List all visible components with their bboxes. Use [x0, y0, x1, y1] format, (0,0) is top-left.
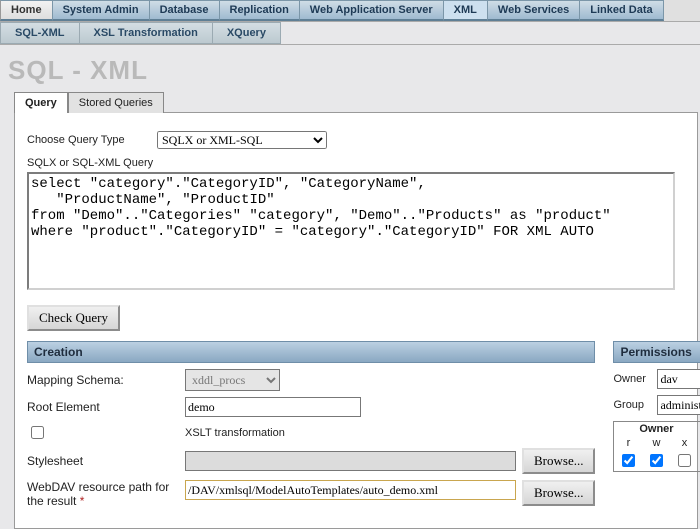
- stylesheet-input[interactable]: [185, 451, 516, 471]
- sql-textarea[interactable]: [27, 172, 675, 290]
- stylesheet-browse-button[interactable]: Browse...: [522, 448, 595, 474]
- perm-owner-x[interactable]: [678, 454, 691, 467]
- perm-owner-w[interactable]: [650, 454, 663, 467]
- label-stylesheet: Stylesheet: [27, 454, 185, 468]
- owner-input[interactable]: [657, 369, 700, 389]
- root-input[interactable]: [185, 397, 361, 417]
- query-panel: Choose Query Type SQLX or XML-SQL SQLX o…: [14, 112, 698, 529]
- subnav-sql-xml[interactable]: SQL-XML: [0, 22, 80, 44]
- label-owner: Owner: [613, 373, 657, 385]
- permissions-bar: Permissions: [613, 341, 700, 363]
- webdav-input[interactable]: [185, 480, 516, 500]
- nav-home[interactable]: Home: [0, 0, 53, 21]
- permissions-table: Owner Grou r w x r w: [613, 421, 700, 472]
- tab-query[interactable]: Query: [14, 92, 68, 113]
- label-mapping: Mapping Schema:: [27, 373, 185, 387]
- label-webdav: WebDAV resource path for the result *: [27, 480, 185, 508]
- nav-web-app-server[interactable]: Web Application Server: [300, 0, 444, 21]
- nav-web-services[interactable]: Web Services: [488, 0, 580, 21]
- subnav-xsl[interactable]: XSL Transformation: [80, 22, 213, 44]
- nav-system-admin[interactable]: System Admin: [53, 0, 150, 21]
- check-query-button[interactable]: Check Query: [27, 305, 120, 331]
- nav-linked-data[interactable]: Linked Data: [580, 0, 663, 21]
- subnav-xquery[interactable]: XQuery: [213, 22, 281, 44]
- xslt-cell: [27, 423, 185, 442]
- perm-head-owner: Owner: [614, 422, 699, 437]
- query-type-select[interactable]: SQLX or XML-SQL: [157, 131, 327, 149]
- page-title: SQL - XML: [8, 55, 700, 86]
- page-tabs: Query Stored Queries: [14, 92, 700, 113]
- xslt-checkbox[interactable]: [31, 426, 44, 439]
- creation-bar: Creation: [27, 341, 595, 363]
- nav-database[interactable]: Database: [150, 0, 220, 21]
- top-nav: Home System Admin Database Replication W…: [0, 0, 700, 22]
- nav-xml[interactable]: XML: [444, 0, 488, 21]
- tab-stored-queries[interactable]: Stored Queries: [68, 92, 164, 113]
- label-query-type: Choose Query Type: [27, 134, 149, 146]
- webdav-browse-button[interactable]: Browse...: [522, 480, 595, 506]
- label-root: Root Element: [27, 400, 185, 414]
- mapping-select[interactable]: xddl_procs: [185, 369, 280, 391]
- label-sql: SQLX or SQL-XML Query: [27, 157, 685, 169]
- nav-replication[interactable]: Replication: [220, 0, 300, 21]
- label-group: Group: [613, 399, 657, 411]
- label-xslt: XSLT transformation: [185, 427, 285, 439]
- perm-owner-r[interactable]: [622, 454, 635, 467]
- sub-nav: SQL-XML XSL Transformation XQuery: [0, 22, 700, 45]
- group-input[interactable]: [657, 395, 700, 415]
